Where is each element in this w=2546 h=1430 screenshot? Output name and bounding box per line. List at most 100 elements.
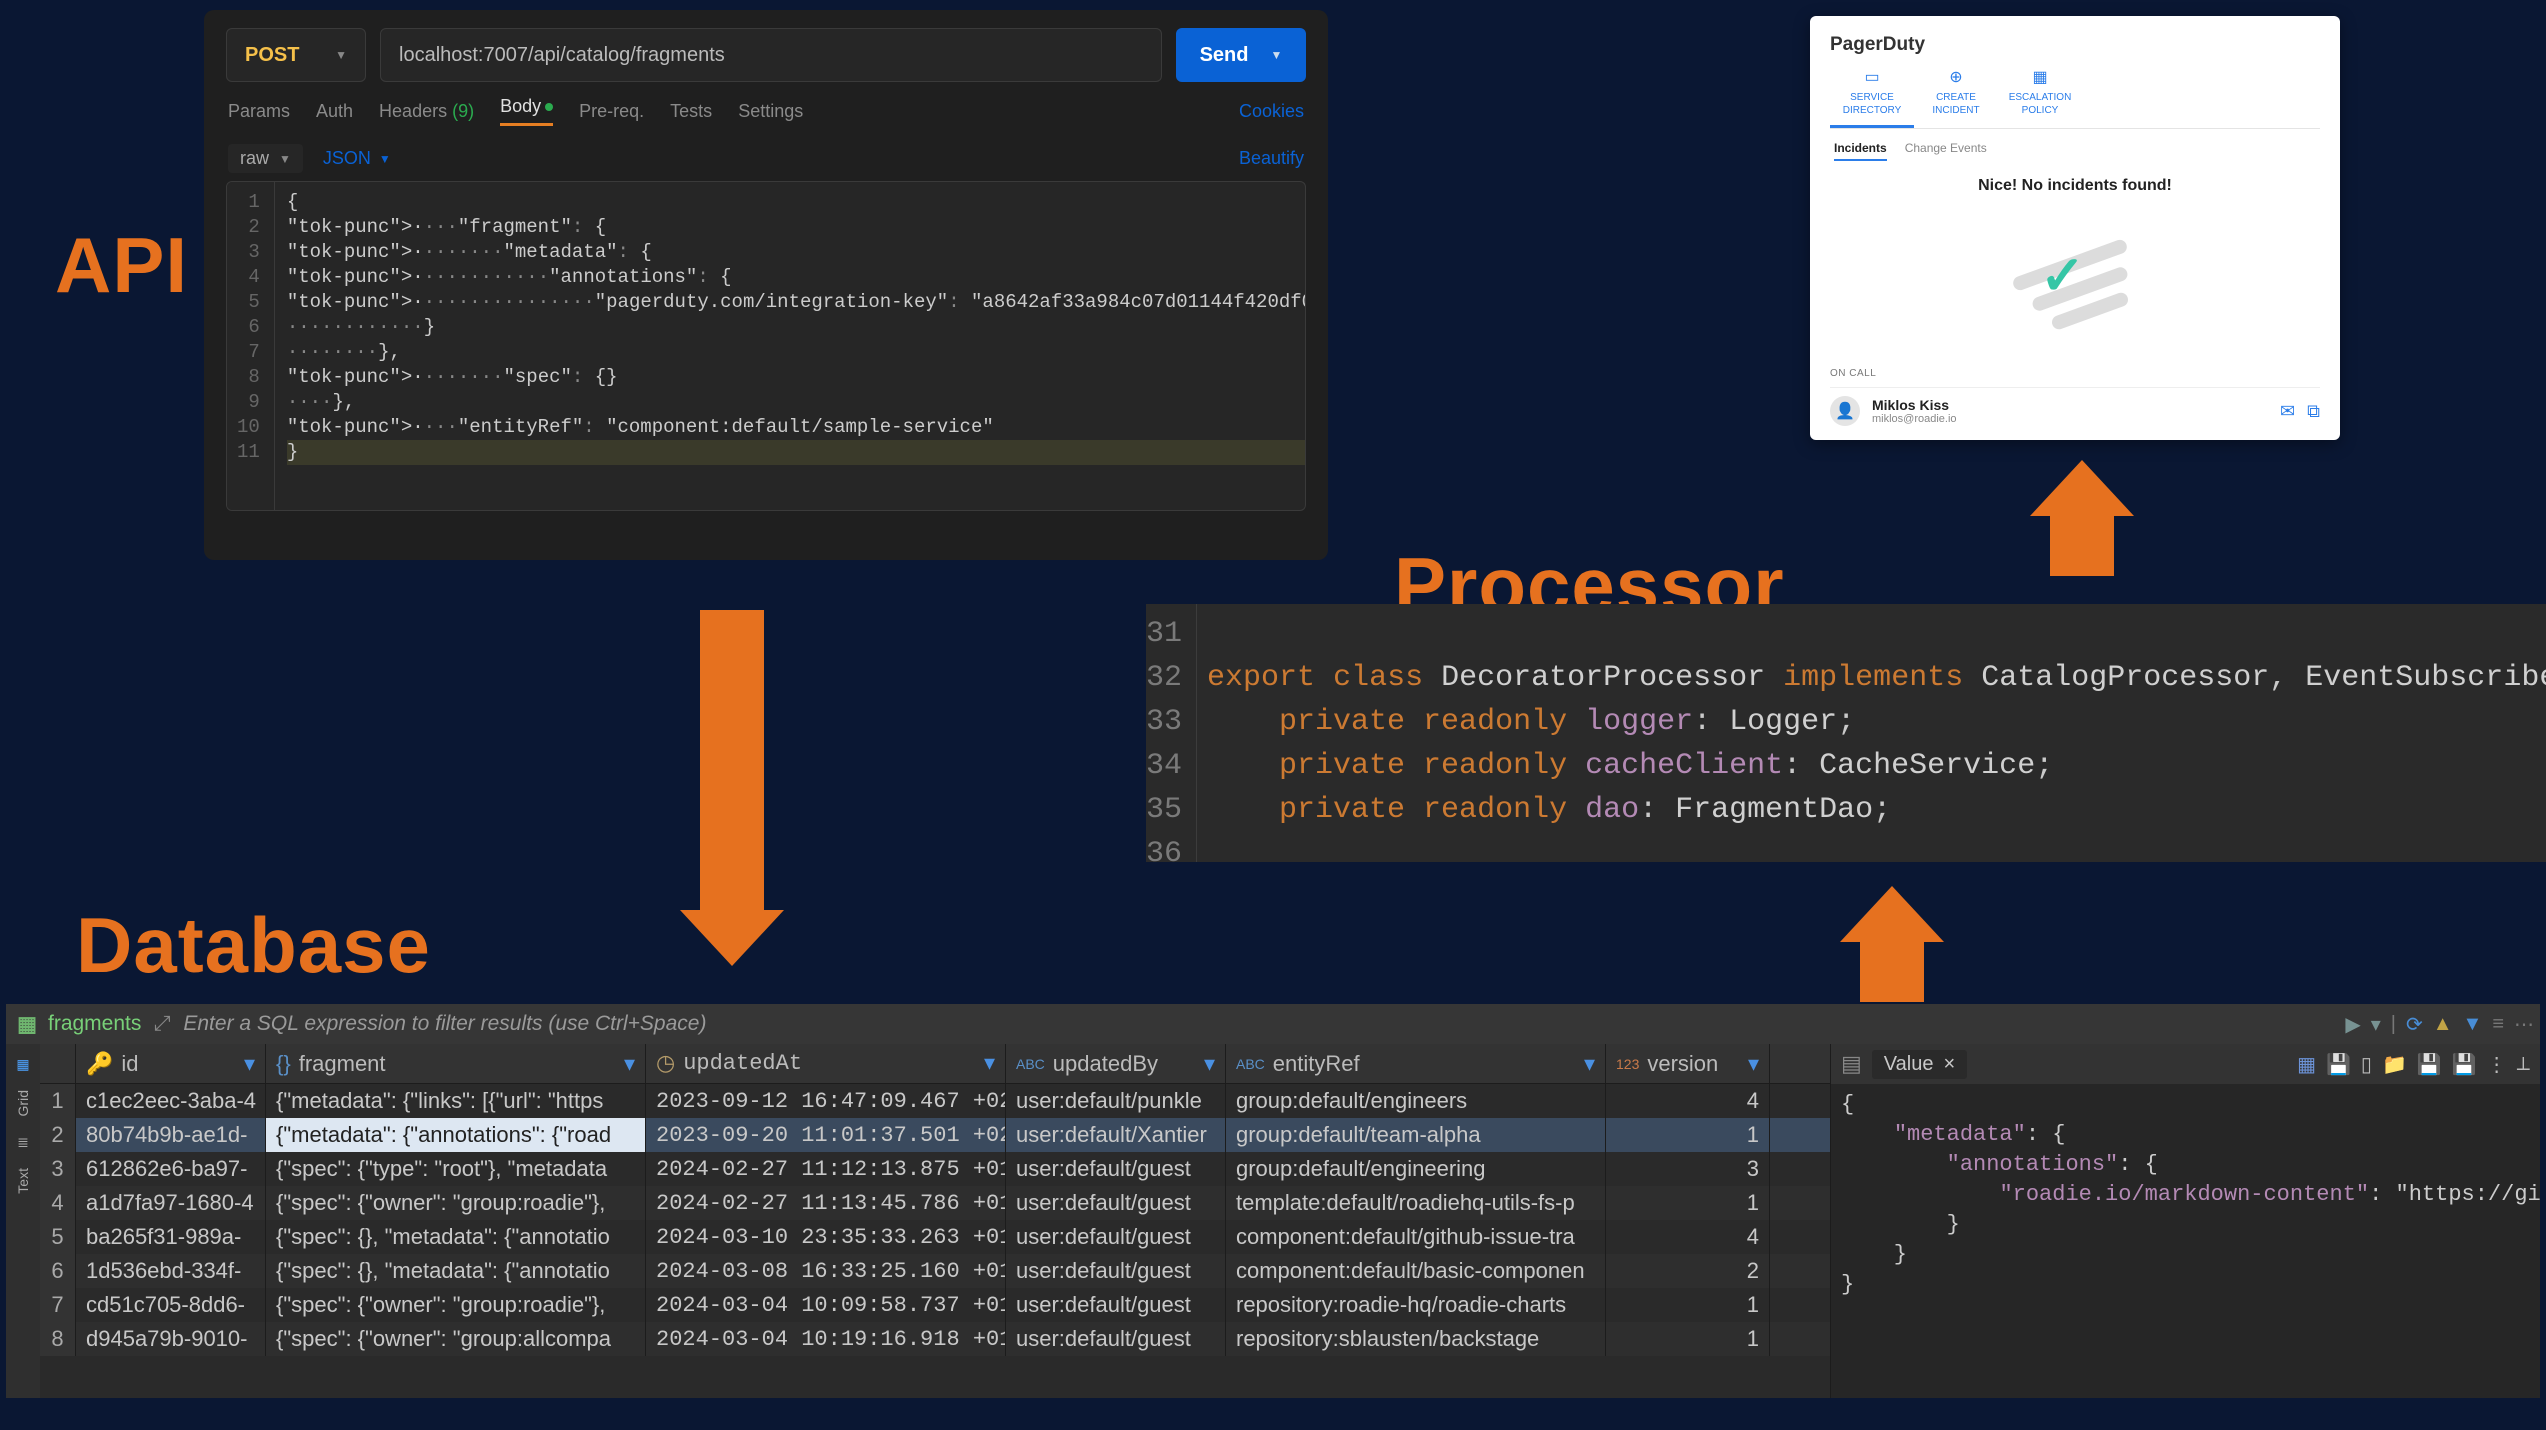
save-icon[interactable]: 💾 <box>2452 1052 2477 1077</box>
copy-icon[interactable]: ▯ <box>2361 1052 2372 1077</box>
table-cell[interactable]: 1 <box>1606 1322 1770 1356</box>
col-updated-at[interactable]: ◷ updatedAt ▾ <box>646 1044 1006 1083</box>
db-table-name[interactable]: fragments <box>48 1012 141 1036</box>
table-cell[interactable]: 80b74b9b-ae1d- <box>76 1118 266 1152</box>
table-cell[interactable]: {"spec": {"owner": "group:roadie"}, <box>266 1288 646 1322</box>
table-cell[interactable]: {"spec": {}, "metadata": {"annotatio <box>266 1220 646 1254</box>
table-cell[interactable]: {"spec": {}, "metadata": {"annotatio <box>266 1254 646 1288</box>
table-cell[interactable]: a1d7fa97-1680-4 <box>76 1186 266 1220</box>
pd-tab-create-incident[interactable]: ⊕ CREATE INCIDENT <box>1914 68 1998 128</box>
expand-icon[interactable]: ⤢ <box>151 1012 173 1036</box>
table-cell[interactable]: {"spec": {"owner": "group:roadie"}, <box>266 1186 646 1220</box>
folder-icon[interactable]: 📁 <box>2382 1052 2407 1077</box>
table-row[interactable]: 280b74b9b-ae1d-{"metadata": {"annotation… <box>40 1118 1830 1152</box>
body-raw-select[interactable]: raw ▼ <box>228 144 303 173</box>
table-cell[interactable]: 1d536ebd-334f- <box>76 1254 266 1288</box>
request-url-input[interactable]: localhost:7007/api/catalog/fragments <box>380 28 1162 82</box>
table-cell[interactable]: repository:sblausten/backstage <box>1226 1322 1606 1356</box>
funnel-icon[interactable]: ▼ <box>2463 1013 2483 1036</box>
table-cell[interactable]: 2024-03-08 16:33:25.160 +0100 <box>646 1254 1006 1288</box>
table-row[interactable]: 5ba265f31-989a-{"spec": {}, "metadata": … <box>40 1220 1830 1254</box>
send-button[interactable]: Send ▼ <box>1176 28 1306 82</box>
pd-tab-escalation-policy[interactable]: ▦ ESCALATION POLICY <box>1998 68 2082 128</box>
grid-view-icon[interactable]: ▦ <box>11 1052 35 1076</box>
table-cell[interactable]: component:default/basic-componen <box>1226 1254 1606 1288</box>
tab-headers[interactable]: Headers (9) <box>379 101 474 122</box>
tab-body[interactable]: Body <box>500 96 553 126</box>
table-cell[interactable]: 2024-03-10 23:35:33.263 +0100 <box>646 1220 1006 1254</box>
open-external-icon[interactable]: ⧉ <box>2307 401 2320 422</box>
mail-icon[interactable]: ✉ <box>2280 401 2295 422</box>
table-cell[interactable]: user:default/guest <box>1006 1152 1226 1186</box>
table-cell[interactable]: user:default/guest <box>1006 1322 1226 1356</box>
table-cell[interactable]: user:default/guest <box>1006 1220 1226 1254</box>
table-cell[interactable]: c1ec2eec-3aba-4 <box>76 1084 266 1118</box>
pd-subtab-change-events[interactable]: Change Events <box>1905 141 1987 161</box>
table-cell[interactable]: 3 <box>1606 1152 1770 1186</box>
layout-icon[interactable]: ▦ <box>2297 1052 2316 1077</box>
table-cell[interactable]: 5 <box>40 1220 76 1254</box>
tab-prereq[interactable]: Pre-req. <box>579 101 644 122</box>
save-icon[interactable]: 💾 <box>2417 1052 2442 1077</box>
col-entity-ref[interactable]: ABC entityRef ▾ <box>1226 1044 1606 1083</box>
db-filter-input[interactable]: Enter a SQL expression to filter results… <box>183 1012 2530 1036</box>
table-cell[interactable]: 2024-03-04 10:19:16.918 +0100 <box>646 1322 1006 1356</box>
table-cell[interactable]: 612862e6-ba97- <box>76 1152 266 1186</box>
table-row[interactable]: 7cd51c705-8dd6-{"spec": {"owner": "group… <box>40 1288 1830 1322</box>
text-view-icon[interactable]: ≣ <box>11 1130 35 1154</box>
close-icon[interactable]: × <box>1943 1053 1955 1076</box>
table-cell[interactable]: group:default/engineering <box>1226 1152 1606 1186</box>
table-cell[interactable]: {"spec": {"owner": "group:allcompa <box>266 1322 646 1356</box>
db-value-json[interactable]: { "metadata": { "annotations": { "roadie… <box>1831 1084 2540 1398</box>
table-cell[interactable]: {"metadata": {"annotations": {"road <box>266 1118 646 1152</box>
sort-icon[interactable]: ▾ <box>1204 1051 1215 1077</box>
col-updated-by[interactable]: ABC updatedBy ▾ <box>1006 1044 1226 1083</box>
table-cell[interactable]: 2023-09-20 11:01:37.501 +0200 <box>646 1118 1006 1152</box>
play-icon[interactable]: ▶ <box>2345 1012 2360 1037</box>
settings-icon[interactable]: ≡ <box>2492 1013 2504 1036</box>
text-tab[interactable]: Text <box>15 1162 31 1200</box>
beautify-link[interactable]: Beautify <box>1239 148 1304 169</box>
table-cell[interactable]: 2 <box>40 1118 76 1152</box>
sort-icon[interactable]: ▾ <box>984 1051 995 1077</box>
sort-icon[interactable]: ▾ <box>1584 1051 1595 1077</box>
sort-icon[interactable]: ▾ <box>1748 1051 1759 1077</box>
table-cell[interactable]: 2 <box>1606 1254 1770 1288</box>
table-row[interactable]: 4a1d7fa97-1680-4{"spec": {"owner": "grou… <box>40 1186 1830 1220</box>
table-cell[interactable]: 2024-03-04 10:09:58.737 +0100 <box>646 1288 1006 1322</box>
col-version[interactable]: 123 version ▾ <box>1606 1044 1770 1083</box>
pd-tab-service-directory[interactable]: ▭ SERVICE DIRECTORY <box>1830 68 1914 128</box>
grid-tab[interactable]: Grid <box>15 1084 31 1122</box>
tab-auth[interactable]: Auth <box>316 101 353 122</box>
table-cell[interactable]: 3 <box>40 1152 76 1186</box>
pd-subtab-incidents[interactable]: Incidents <box>1834 141 1887 161</box>
table-cell[interactable]: user:default/Xantier <box>1006 1118 1226 1152</box>
sort-icon[interactable]: ▾ <box>624 1051 635 1077</box>
table-cell[interactable]: d945a79b-9010- <box>76 1322 266 1356</box>
table-row[interactable]: 3612862e6-ba97-{"spec": {"type": "root"}… <box>40 1152 1830 1186</box>
table-cell[interactable]: 1 <box>1606 1118 1770 1152</box>
table-row[interactable]: 61d536ebd-334f-{"spec": {}, "metadata": … <box>40 1254 1830 1288</box>
tab-settings[interactable]: Settings <box>738 101 803 122</box>
more-icon[interactable]: ⋯ <box>2514 1012 2534 1037</box>
tab-params[interactable]: Params <box>228 101 290 122</box>
http-method-select[interactable]: POST ▼ <box>226 28 366 82</box>
table-row[interactable]: 8d945a79b-9010-{"spec": {"owner": "group… <box>40 1322 1830 1356</box>
table-cell[interactable]: 7 <box>40 1288 76 1322</box>
value-tab[interactable]: Value × <box>1872 1050 1967 1079</box>
table-cell[interactable]: 4 <box>1606 1084 1770 1118</box>
col-id[interactable]: 🔑 id ▾ <box>76 1044 266 1083</box>
table-cell[interactable]: group:default/engineers <box>1226 1084 1606 1118</box>
table-cell[interactable]: group:default/team-alpha <box>1226 1118 1606 1152</box>
table-cell[interactable]: 1 <box>1606 1288 1770 1322</box>
cookies-link[interactable]: Cookies <box>1239 101 1304 122</box>
table-cell[interactable]: user:default/guest <box>1006 1288 1226 1322</box>
kebab-icon[interactable]: ⋮ <box>2487 1052 2507 1077</box>
table-cell[interactable]: 1 <box>40 1084 76 1118</box>
table-cell[interactable]: 8 <box>40 1322 76 1356</box>
table-cell[interactable]: template:default/roadiehq-utils-fs-p <box>1226 1186 1606 1220</box>
refresh-icon[interactable]: ⟳ <box>2406 1012 2423 1037</box>
sort-icon[interactable]: ▾ <box>244 1051 255 1077</box>
table-cell[interactable]: user:default/guest <box>1006 1254 1226 1288</box>
table-cell[interactable]: {"metadata": {"links": [{"url": "https <box>266 1084 646 1118</box>
